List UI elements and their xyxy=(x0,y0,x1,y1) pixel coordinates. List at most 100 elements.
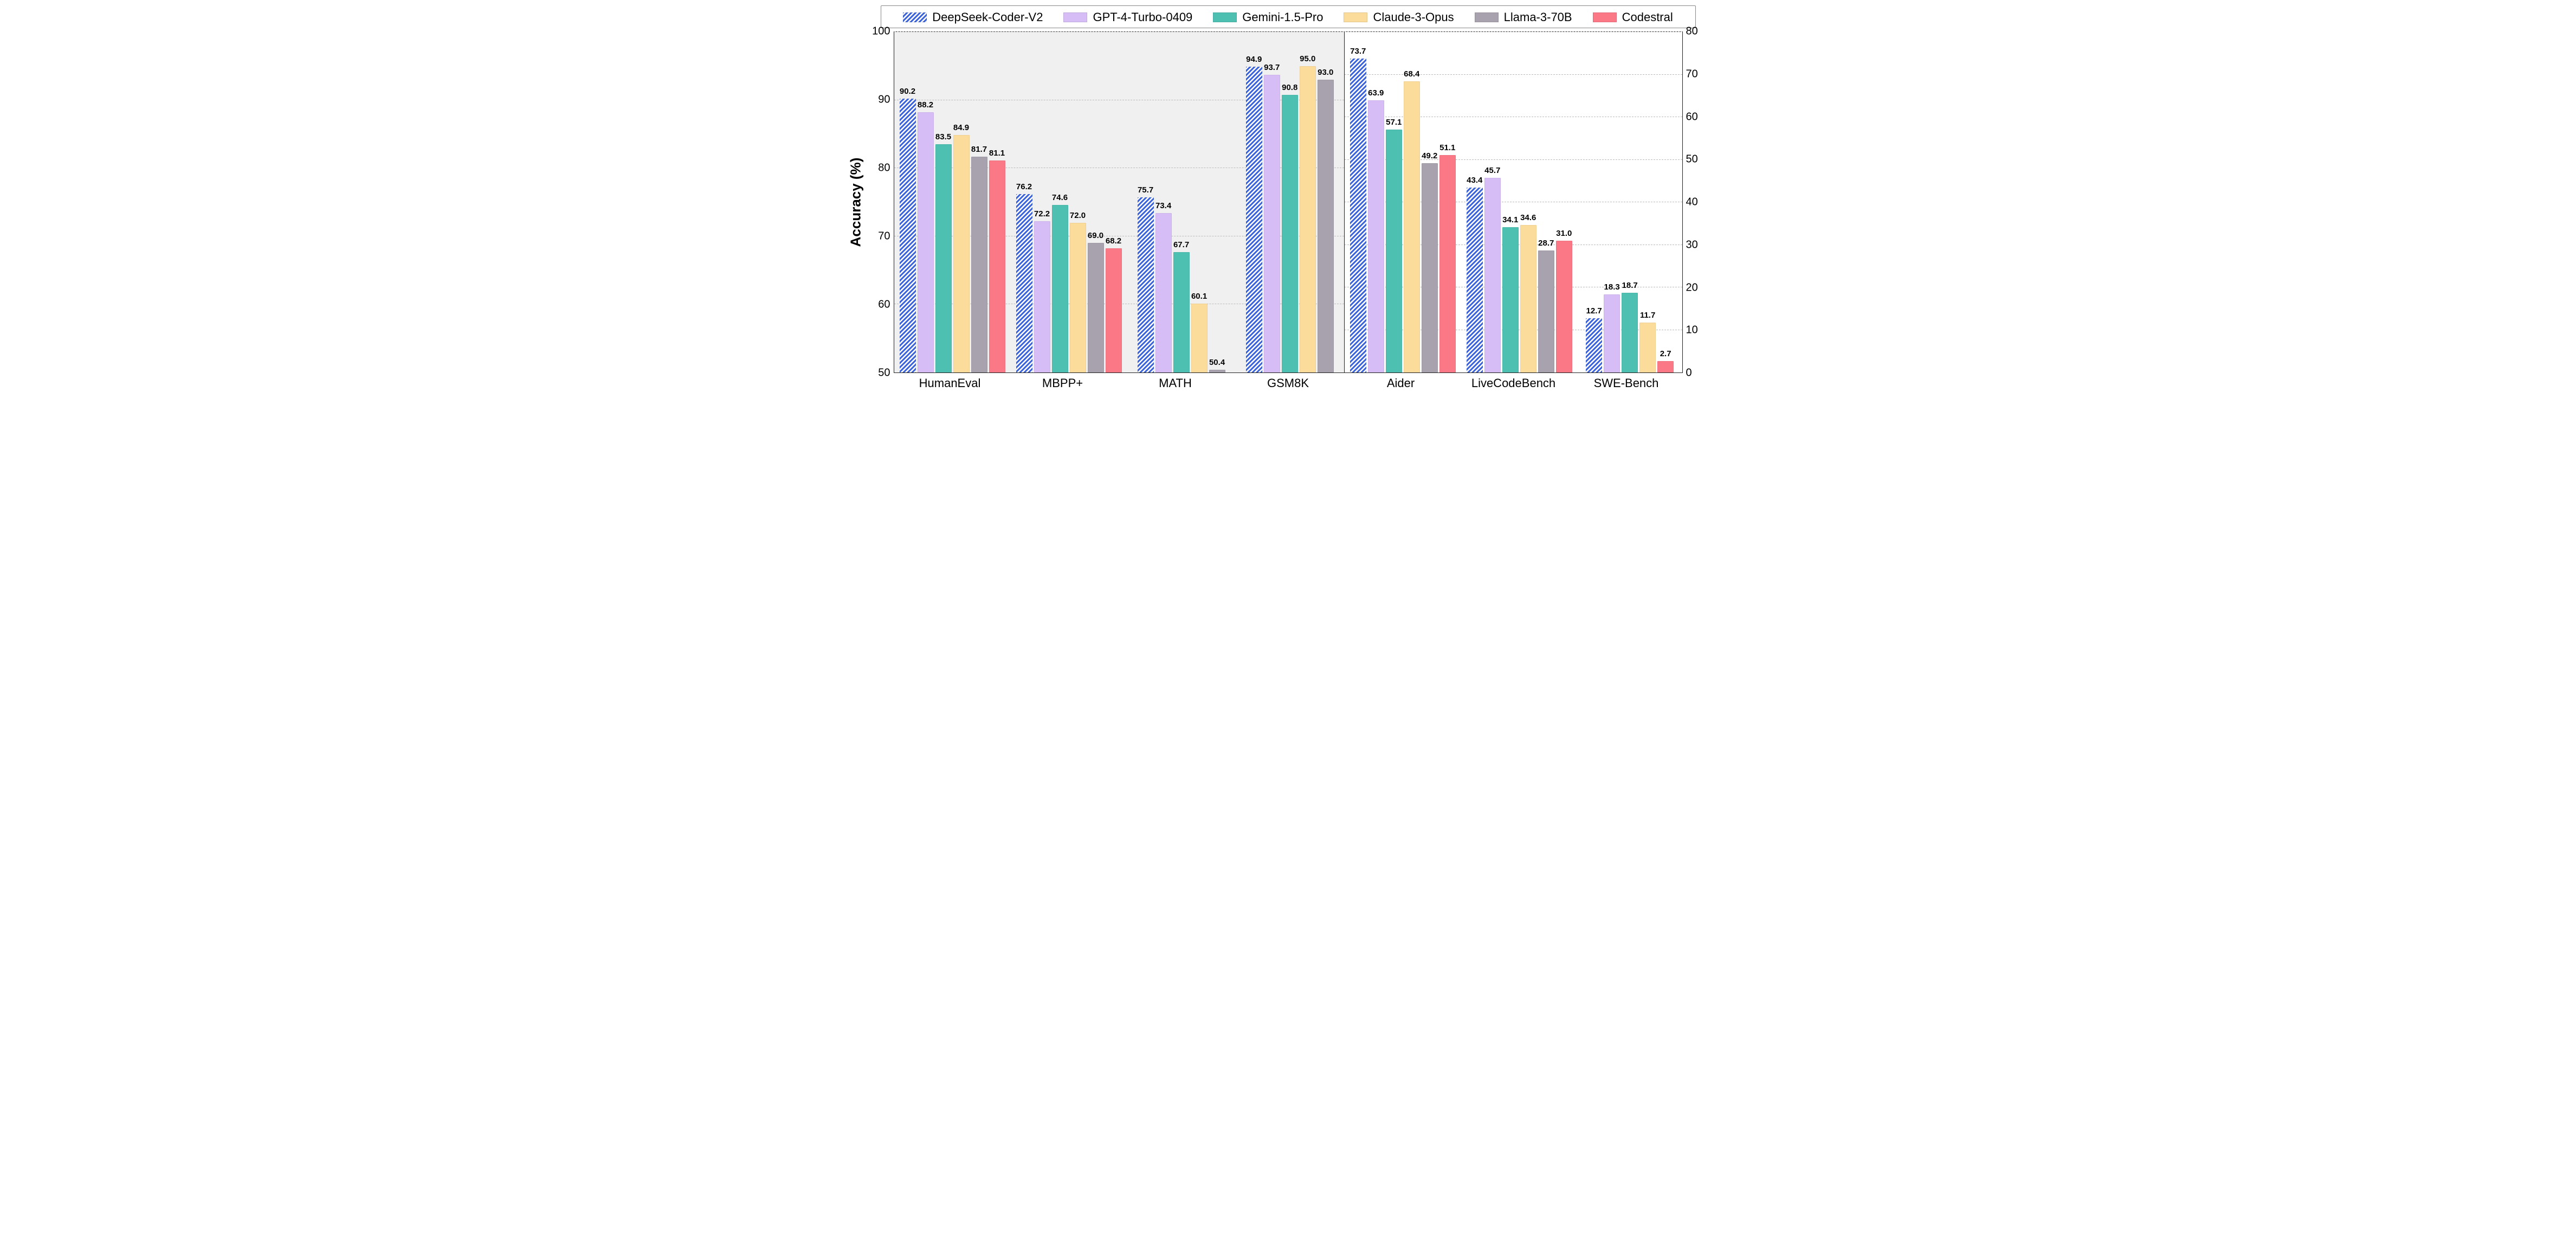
bar-value-label: 60.1 xyxy=(1191,292,1207,301)
bar: 73.4 xyxy=(1155,213,1172,372)
bar: 76.2 xyxy=(1016,194,1032,372)
bar-value-label: 18.3 xyxy=(1604,282,1620,292)
bar-value-label: 67.7 xyxy=(1173,240,1189,249)
y-tick: 90 xyxy=(878,94,890,106)
x-tick: HumanEval xyxy=(894,373,1006,390)
legend-label: Gemini-1.5-Pro xyxy=(1242,10,1323,24)
legend-swatch xyxy=(1593,12,1617,22)
x-tick: MATH xyxy=(1119,373,1232,390)
y-tick: 30 xyxy=(1686,239,1698,251)
bar-value-label: 76.2 xyxy=(1016,182,1032,191)
x-tick: GSM8K xyxy=(1232,373,1345,390)
bar: 81.1 xyxy=(989,160,1005,372)
bar: 18.7 xyxy=(1622,293,1638,372)
bar: 12.7 xyxy=(1586,318,1602,372)
bar: 95.0 xyxy=(1300,66,1316,372)
y-tick: 50 xyxy=(878,367,890,380)
bar: 49.2 xyxy=(1422,163,1438,372)
y-tick: 80 xyxy=(1686,25,1698,38)
bar: 28.7 xyxy=(1538,250,1554,372)
bar: 74.6 xyxy=(1052,205,1068,372)
bar: 68.2 xyxy=(1106,248,1122,372)
bar: 73.7 xyxy=(1350,59,1366,372)
bar-value-label: 18.7 xyxy=(1622,281,1638,290)
bar-value-label: 73.7 xyxy=(1350,47,1366,56)
legend-item: Llama-3-70B xyxy=(1475,10,1572,24)
bar: 88.2 xyxy=(918,112,934,372)
bar: 68.4 xyxy=(1404,81,1420,372)
y-tick: 60 xyxy=(878,299,890,311)
y-tick: 10 xyxy=(1686,324,1698,337)
bar-value-label: 43.4 xyxy=(1467,176,1482,185)
legend-swatch xyxy=(1063,12,1087,22)
bar: 72.2 xyxy=(1034,221,1050,372)
bar-group: 73.763.957.168.449.251.1 xyxy=(1345,32,1461,372)
bar-value-label: 93.0 xyxy=(1318,68,1333,77)
legend-swatch xyxy=(1344,12,1367,22)
bar-value-label: 31.0 xyxy=(1556,229,1572,238)
bar-value-label: 28.7 xyxy=(1538,239,1554,248)
bar: 11.7 xyxy=(1639,323,1656,372)
bar-value-label: 49.2 xyxy=(1422,151,1437,160)
bar: 93.0 xyxy=(1318,80,1334,372)
bar-group: 75.773.467.760.150.4 xyxy=(1127,32,1236,372)
bar-value-label: 75.7 xyxy=(1138,185,1153,195)
bar-group: 12.718.318.711.72.7 xyxy=(1578,32,1682,372)
bar-value-label: 95.0 xyxy=(1300,54,1315,63)
y-tick: 20 xyxy=(1686,281,1698,294)
bar-value-label: 83.5 xyxy=(935,132,951,142)
bar-value-label: 11.7 xyxy=(1640,311,1655,320)
bar: 90.8 xyxy=(1282,95,1298,372)
legend-item: GPT-4-Turbo-0409 xyxy=(1063,10,1192,24)
bar-value-label: 81.7 xyxy=(971,145,987,154)
bar-value-label: 69.0 xyxy=(1088,231,1103,240)
legend: DeepSeek-Coder-V2 GPT-4-Turbo-0409 Gemini-… xyxy=(881,5,1696,28)
bar-value-label: 57.1 xyxy=(1386,118,1402,127)
y-tick: 70 xyxy=(1686,68,1698,80)
bar-value-label: 51.1 xyxy=(1439,143,1455,152)
bar-value-label: 72.0 xyxy=(1070,211,1086,220)
bar-value-label: 34.1 xyxy=(1502,215,1518,224)
legend-label: Claude-3-Opus xyxy=(1373,10,1454,24)
legend-label: Llama-3-70B xyxy=(1504,10,1572,24)
x-tick: MBPP+ xyxy=(1006,373,1119,390)
legend-item: Claude-3-Opus xyxy=(1344,10,1454,24)
x-axis: HumanEvalMBPP+MATHGSM8KAiderLiveCodeBenc… xyxy=(894,373,1683,390)
bar: 50.4 xyxy=(1209,370,1225,372)
y-axis-right: 01020304050607080 xyxy=(1683,31,1711,373)
legend-item: Gemini-1.5-Pro xyxy=(1213,10,1323,24)
bar: 60.1 xyxy=(1191,304,1208,372)
bar: 2.7 xyxy=(1657,361,1674,372)
bar: 84.9 xyxy=(953,135,970,372)
bar-value-label: 90.2 xyxy=(900,87,915,96)
bar: 18.3 xyxy=(1604,294,1620,372)
bar-value-label: 63.9 xyxy=(1368,88,1384,98)
x-tick: SWE-Bench xyxy=(1570,373,1683,390)
y-tick: 100 xyxy=(872,25,890,38)
bar: 57.1 xyxy=(1386,130,1402,372)
bar-group: 94.993.790.895.093.0 xyxy=(1236,32,1344,372)
y-tick: 70 xyxy=(878,230,890,243)
legend-item: DeepSeek-Coder-V2 xyxy=(903,10,1043,24)
legend-item: Codestral xyxy=(1593,10,1673,24)
bar-group: 43.445.734.134.628.731.0 xyxy=(1461,32,1578,372)
bar-value-label: 94.9 xyxy=(1246,55,1262,64)
bar-value-label: 72.2 xyxy=(1034,209,1050,218)
bar-value-label: 68.2 xyxy=(1106,236,1121,246)
bar: 94.9 xyxy=(1246,67,1262,372)
y-tick: 60 xyxy=(1686,111,1698,123)
y-tick: 80 xyxy=(878,162,890,175)
x-tick: Aider xyxy=(1345,373,1457,390)
bar-value-label: 88.2 xyxy=(918,100,933,110)
bar: 63.9 xyxy=(1368,100,1384,372)
bar-value-label: 68.4 xyxy=(1404,69,1419,79)
bar-value-label: 74.6 xyxy=(1052,193,1068,202)
plot-area: Accuracy (%) 5060708090100 90.288.283.58… xyxy=(866,31,1711,373)
y-tick: 40 xyxy=(1686,196,1698,209)
legend-label: Codestral xyxy=(1622,10,1673,24)
bar: 90.2 xyxy=(900,99,916,372)
legend-label: GPT-4-Turbo-0409 xyxy=(1093,10,1192,24)
bar-value-label: 34.6 xyxy=(1520,213,1536,222)
y-axis-left: 5060708090100 xyxy=(866,31,894,373)
y-tick: 50 xyxy=(1686,153,1698,166)
